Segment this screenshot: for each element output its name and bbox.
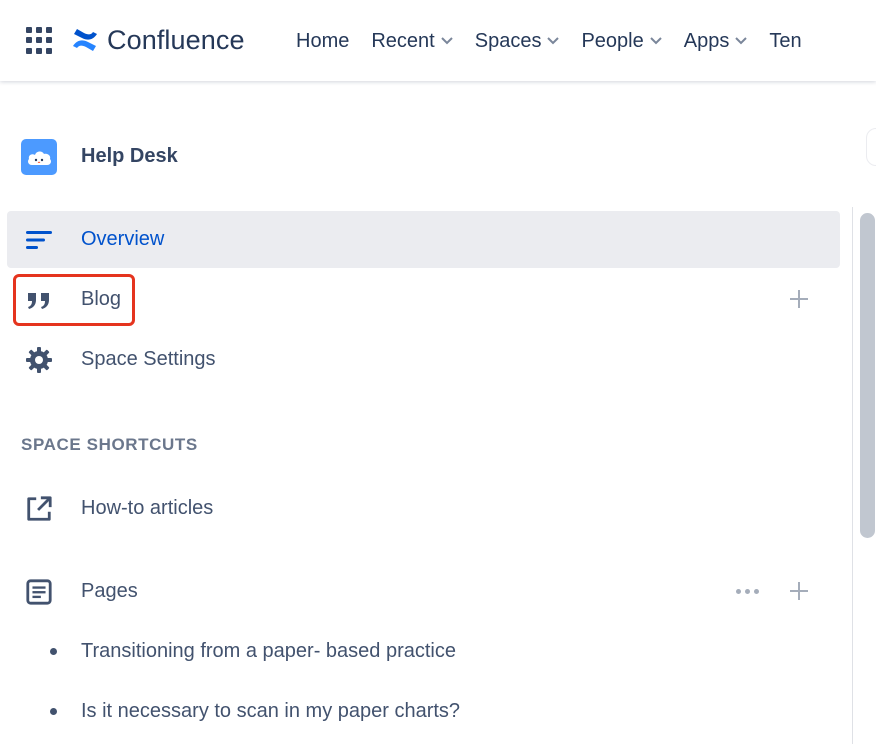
nav-apps[interactable]: Apps bbox=[684, 30, 748, 53]
chevron-down-icon bbox=[735, 37, 748, 45]
more-options-icon[interactable] bbox=[736, 589, 759, 594]
page-tree-item-label: Transitioning from a paper- based practi… bbox=[81, 639, 456, 662]
sidebar-item-label: How-to articles bbox=[81, 497, 214, 519]
chevron-down-icon bbox=[650, 37, 662, 45]
nav-people[interactable]: People bbox=[581, 29, 662, 53]
page-tree-item[interactable]: Is it necessary to scan in my paper char… bbox=[50, 696, 460, 726]
bullet-icon bbox=[50, 647, 57, 655]
nav-home-label: Home bbox=[296, 29, 350, 52]
sidebar-item-label: Space Settings bbox=[81, 348, 216, 370]
sidebar-item-label: Pages bbox=[81, 580, 138, 602]
external-link-icon bbox=[25, 495, 53, 523]
space-name: Help Desk bbox=[81, 145, 178, 167]
chevron-down-icon bbox=[441, 37, 453, 45]
nav-spaces[interactable]: Spaces bbox=[475, 30, 560, 53]
scrollbar-thumb[interactable] bbox=[860, 213, 875, 538]
add-blog-post-icon[interactable] bbox=[790, 290, 808, 308]
nav-recent-label: Recent bbox=[371, 29, 435, 52]
chevron-down-icon bbox=[547, 37, 560, 45]
nav-templates-label: Ten bbox=[769, 29, 802, 52]
bullet-icon bbox=[50, 707, 57, 715]
app-name: Confluence bbox=[107, 24, 245, 55]
page-tree-item[interactable]: Transitioning from a paper- based practi… bbox=[50, 636, 456, 666]
nav-spaces-label: Spaces bbox=[474, 29, 542, 52]
top-navigation-bar: Confluence Home Recent Spaces People App… bbox=[0, 0, 876, 81]
confluence-logo[interactable]: Confluence bbox=[71, 22, 245, 58]
sidebar-item-label: Overview bbox=[81, 228, 165, 250]
overview-lines-icon bbox=[25, 226, 53, 254]
collapse-sidebar-button[interactable] bbox=[866, 128, 876, 166]
sidebar-divider bbox=[852, 207, 853, 744]
cloud-icon bbox=[28, 151, 51, 165]
nav-apps-label: Apps bbox=[683, 29, 730, 52]
gear-icon bbox=[25, 346, 53, 374]
nav-recent[interactable]: Recent bbox=[371, 29, 453, 53]
app-switcher-icon[interactable] bbox=[26, 27, 53, 54]
sidebar-item-pages[interactable]: Pages bbox=[7, 563, 840, 620]
space-shortcuts-heading: SPACE SHORTCUTS bbox=[21, 435, 198, 454]
add-page-icon[interactable] bbox=[790, 582, 808, 600]
space-avatar bbox=[21, 139, 57, 175]
sidebar-item-blog[interactable]: Blog bbox=[7, 271, 840, 328]
nav-templates-truncated[interactable]: Ten bbox=[769, 30, 801, 53]
sidebar-item-overview[interactable]: Overview bbox=[7, 211, 840, 268]
page-tree-item-label: Is it necessary to scan in my paper char… bbox=[81, 699, 461, 722]
main-nav: Home Recent Spaces People Apps Ten bbox=[296, 25, 824, 57]
nav-home[interactable]: Home bbox=[296, 30, 349, 53]
quote-icon bbox=[25, 286, 53, 314]
nav-people-label: People bbox=[581, 29, 644, 52]
sidebar-item-space-settings[interactable]: Space Settings bbox=[7, 331, 840, 388]
confluence-logo-icon bbox=[73, 29, 97, 51]
sidebar-item-how-to-articles[interactable]: How-to articles bbox=[7, 480, 840, 537]
sidebar-item-label: Blog bbox=[81, 288, 122, 310]
space-header[interactable]: Help Desk bbox=[21, 139, 178, 175]
page-icon bbox=[25, 578, 53, 606]
